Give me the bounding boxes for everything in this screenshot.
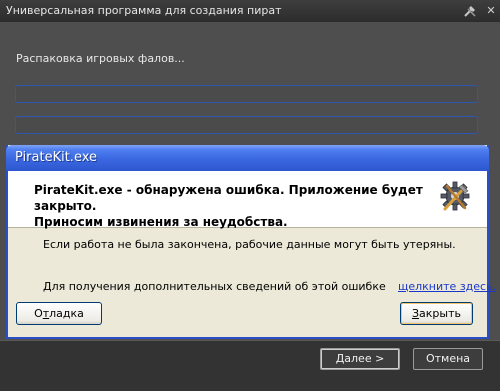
background-window-title: Универсальная программа для создания пир… (6, 4, 282, 17)
next-button-underlined-letter: Д (335, 352, 345, 365)
debug-button-label-rest: ладка (49, 307, 84, 320)
close-button-underlined-letter: З (411, 307, 420, 320)
progress-bar-2 (15, 116, 478, 134)
debug-button[interactable]: Отладка (16, 302, 102, 325)
data-loss-warning-text: Если работа не была закончена, рабочие д… (43, 238, 456, 251)
gear-tools-icon (437, 178, 473, 214)
next-arrow-icon: > (375, 352, 385, 365)
progress-bar-1 (15, 85, 478, 103)
more-info-text: Для получения дополнительных сведений об… (43, 280, 386, 293)
close-icon[interactable]: ✕ (484, 4, 498, 18)
error-heading: PirateKit.exe - обнаружена ошибка. Прило… (34, 183, 423, 229)
error-dialog-titlebar[interactable]: PirateKit.exe (6, 145, 489, 171)
next-button-label: алее (344, 352, 372, 365)
click-here-link[interactable]: щелкните здесь. (398, 280, 496, 293)
cancel-button[interactable]: Отмена (413, 348, 483, 370)
close-button-label-rest: акрыть (419, 307, 461, 320)
error-dialog-title: PirateKit.exe (15, 150, 97, 165)
background-window-titlebar: Универсальная программа для создания пир… (0, 0, 500, 22)
close-button[interactable]: Закрыть (400, 302, 473, 325)
unpacking-status-text: Распаковка игровых фалов... (16, 52, 185, 65)
debug-button-label-prefix: О (34, 307, 43, 320)
wrench-hammer-icon[interactable] (463, 4, 477, 18)
next-button[interactable]: Далее > (320, 348, 400, 370)
